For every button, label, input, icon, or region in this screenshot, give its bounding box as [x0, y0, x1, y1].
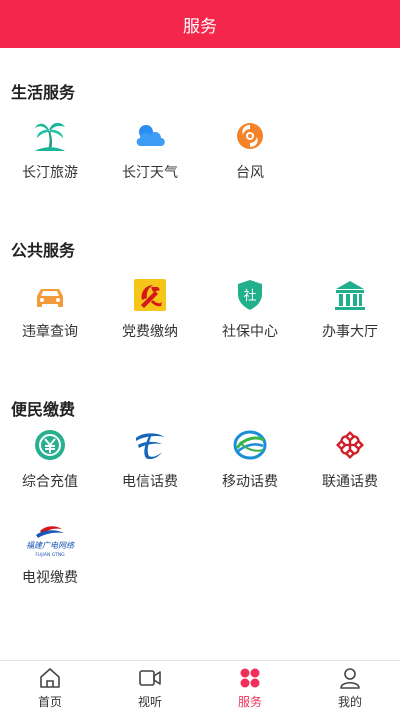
service-typhoon[interactable]: 台风 [200, 118, 300, 198]
tab-video[interactable]: 视听 [100, 661, 200, 711]
video-icon [138, 666, 162, 690]
service-label: 长汀天气 [122, 165, 178, 181]
tv-logo-text: 福建广电网络 [26, 541, 75, 550]
service-label: 电视缴费 [22, 570, 78, 586]
service-violation-query[interactable]: 违章查询 [0, 277, 100, 357]
tab-services[interactable]: 服务 [200, 661, 300, 711]
service-recharge[interactable]: 综合充值 [0, 427, 100, 507]
service-label: 综合充值 [22, 474, 78, 490]
china-mobile-icon [232, 427, 268, 463]
shield-icon: 社 [232, 277, 268, 313]
service-service-hall[interactable]: 办事大厅 [300, 277, 400, 357]
section-title-public: 公共服务 [11, 241, 76, 260]
palm-tree-icon [32, 118, 68, 154]
service-unicom-bill[interactable]: 联通话费 [300, 427, 400, 507]
service-changting-weather[interactable]: 长汀天气 [100, 118, 200, 198]
service-label: 办事大厅 [322, 324, 378, 340]
service-label: 党费缴纳 [122, 324, 178, 340]
china-unicom-icon [332, 427, 368, 463]
service-label: 联通话费 [322, 474, 378, 490]
section-title-life: 生活服务 [11, 83, 76, 102]
tab-label: 首页 [37, 695, 62, 709]
fujian-cable-tv-icon: 福建广电网络 FUJIAN GTNG [20, 523, 80, 559]
page-title: 服务 [183, 16, 217, 37]
bottom-tab-bar: 首页 视听 服务 我的 [0, 660, 400, 711]
service-label: 长汀旅游 [22, 165, 78, 181]
tab-mine[interactable]: 我的 [300, 661, 400, 711]
tab-label: 我的 [337, 695, 362, 709]
service-tv-bill[interactable]: 福建广电网络 FUJIAN GTNG 电视缴费 [0, 523, 100, 603]
car-icon [32, 277, 68, 313]
service-label: 违章查询 [22, 324, 78, 340]
service-telecom-bill[interactable]: 电信话费 [100, 427, 200, 507]
service-mobile-bill[interactable]: 移动话费 [200, 427, 300, 507]
shield-char: 社 [243, 288, 256, 304]
home-icon [38, 666, 62, 690]
tab-label: 视听 [137, 695, 162, 709]
service-party-dues[interactable]: 党费缴纳 [100, 277, 200, 357]
tab-home[interactable]: 首页 [0, 661, 100, 711]
party-emblem-icon [132, 277, 168, 313]
user-icon [338, 666, 362, 690]
service-changting-travel[interactable]: 长汀旅游 [0, 118, 100, 198]
cloud-icon [132, 118, 168, 154]
service-label: 移动话费 [222, 474, 278, 490]
section-title-payment: 便民缴费 [11, 400, 76, 419]
tab-label: 服务 [237, 695, 262, 709]
grid-dots-icon [238, 666, 262, 690]
government-hall-icon [332, 277, 368, 313]
service-label: 社保中心 [222, 324, 278, 340]
service-label: 电信话费 [122, 474, 178, 490]
china-telecom-icon [132, 427, 168, 463]
tv-logo-subtext: FUJIAN GTNG [35, 552, 65, 558]
typhoon-icon [232, 118, 268, 154]
app-header: 服务 [0, 0, 400, 48]
recharge-icon [32, 427, 68, 463]
service-label: 台风 [236, 165, 264, 181]
service-social-security[interactable]: 社 社保中心 [200, 277, 300, 357]
